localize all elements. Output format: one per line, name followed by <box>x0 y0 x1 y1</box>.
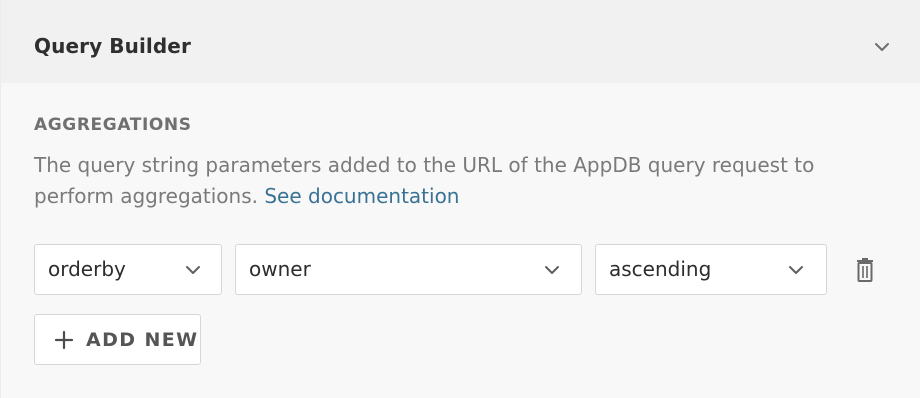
section-heading: AGGREGATIONS <box>34 115 192 135</box>
panel-title: Query Builder <box>34 34 191 58</box>
plus-icon <box>54 330 74 350</box>
aggregation-select-value: orderby <box>48 257 126 281</box>
direction-select-value: ascending <box>609 257 712 281</box>
documentation-link[interactable]: See documentation <box>264 184 459 208</box>
chevron-down-icon <box>186 266 200 274</box>
field-select[interactable]: owner <box>235 244 582 295</box>
chevron-down-icon <box>789 266 803 274</box>
chevron-down-icon[interactable] <box>873 40 891 54</box>
field-select-value: owner <box>249 257 311 281</box>
trash-icon[interactable] <box>851 257 879 283</box>
add-new-button[interactable]: ADD NEW <box>34 314 201 365</box>
section-description: The query string parameters added to the… <box>34 150 884 212</box>
aggregation-select[interactable]: orderby <box>34 244 222 295</box>
chevron-down-icon <box>545 266 559 274</box>
query-builder-panel: Query Builder AGGREGATIONS The query str… <box>0 0 920 398</box>
direction-select[interactable]: ascending <box>595 244 827 295</box>
panel-header[interactable]: Query Builder <box>1 0 920 83</box>
add-new-label: ADD NEW <box>86 329 199 351</box>
